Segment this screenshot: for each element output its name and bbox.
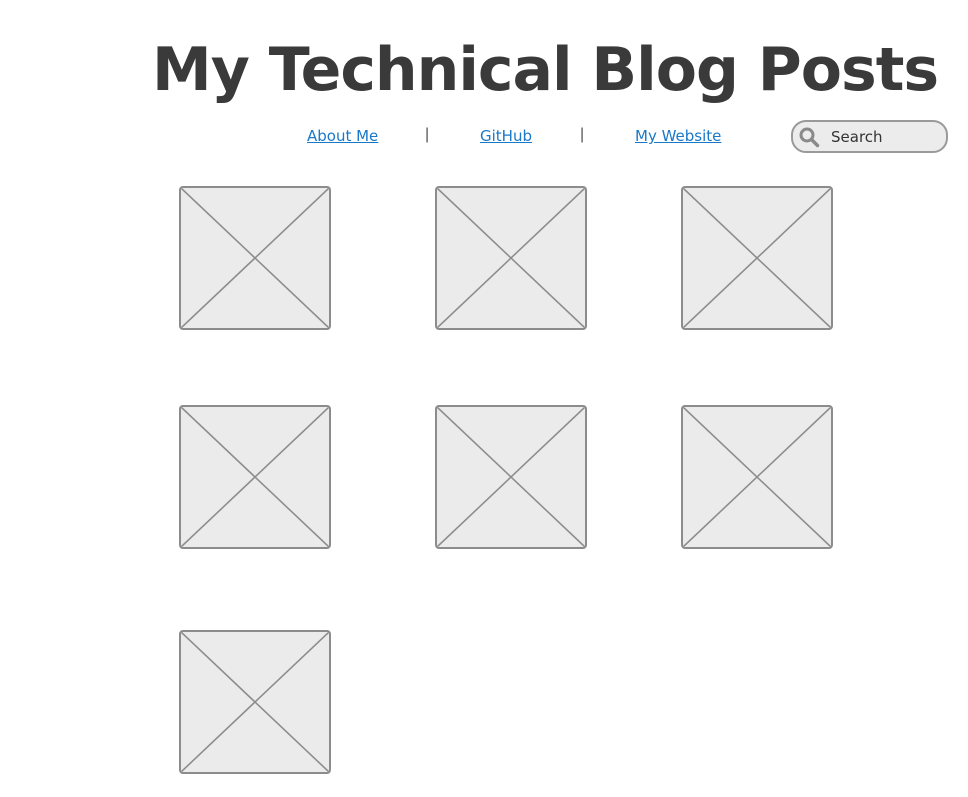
- search-box[interactable]: [791, 120, 948, 153]
- page-title: My Technical Blog Posts: [152, 35, 939, 105]
- nav-separator: |: [425, 126, 430, 143]
- image-placeholder-icon: [181, 407, 329, 547]
- post-thumbnail[interactable]: [179, 186, 331, 330]
- image-placeholder-icon: [683, 188, 831, 328]
- post-thumbnail[interactable]: [179, 405, 331, 549]
- image-placeholder-icon: [437, 188, 585, 328]
- post-thumbnail[interactable]: [179, 630, 331, 774]
- nav-link-my-website[interactable]: My Website: [635, 127, 721, 145]
- image-placeholder-icon: [181, 188, 329, 328]
- nav-separator: |: [580, 126, 585, 143]
- search-icon[interactable]: [798, 126, 820, 148]
- image-placeholder-icon: [683, 407, 831, 547]
- image-placeholder-icon: [437, 407, 585, 547]
- post-thumbnail[interactable]: [435, 186, 587, 330]
- nav-link-about-me[interactable]: About Me: [307, 127, 378, 145]
- post-thumbnail[interactable]: [435, 405, 587, 549]
- post-thumbnail[interactable]: [681, 405, 833, 549]
- image-placeholder-icon: [181, 632, 329, 772]
- nav-link-github[interactable]: GitHub: [480, 127, 532, 145]
- search-input[interactable]: [831, 125, 936, 149]
- post-thumbnail[interactable]: [681, 186, 833, 330]
